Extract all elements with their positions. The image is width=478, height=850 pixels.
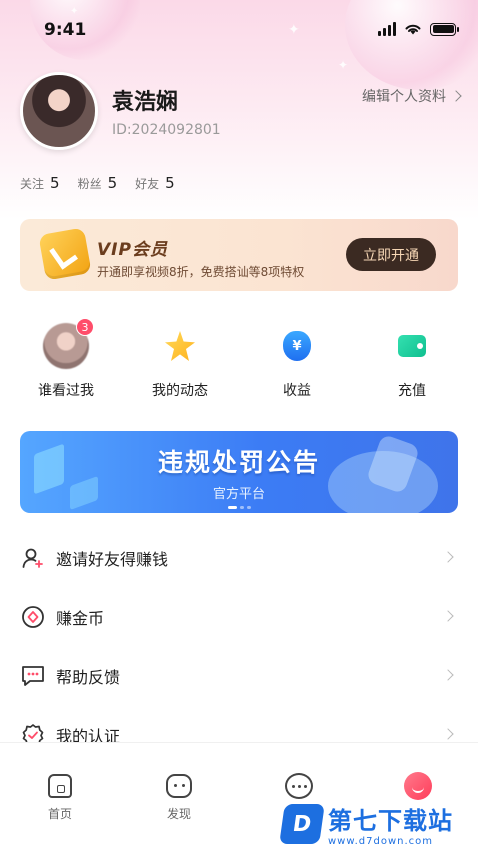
edit-profile-label: 编辑个人资料 (362, 89, 446, 105)
chevron-right-icon (450, 90, 462, 102)
quick-action-label: 充值 (398, 383, 426, 399)
home-icon (45, 771, 75, 801)
user-avatar[interactable] (20, 72, 98, 150)
watermark-title: 第七下载站 (328, 807, 453, 835)
stat-value: 5 (165, 174, 175, 192)
status-time: 9:41 (44, 20, 87, 40)
edit-profile-link[interactable]: 编辑个人资料 (362, 86, 462, 106)
vip-description: 开通即享视频8折，免费搭讪等8项特权 (97, 265, 305, 279)
vip-open-button[interactable]: 立即开通 (346, 238, 436, 271)
profile-header: 袁浩娴 ID:2024092801 编辑个人资料 (20, 72, 462, 152)
menu-item-label: 帮助反馈 (56, 667, 121, 687)
money-glyph: ¥ (283, 331, 311, 361)
user-name: 袁浩娴 (112, 90, 179, 115)
wallet-icon (388, 322, 436, 370)
stat-label: 关注 (20, 177, 45, 191)
menu-item-label: 赚金币 (56, 608, 105, 628)
vip-crown-icon (38, 227, 92, 281)
discover-icon (164, 771, 194, 801)
follow-stats: 关注 5 粉丝 5 好友 5 (20, 174, 175, 192)
quick-action-label: 谁看过我 (38, 383, 94, 399)
settings-menu: 邀请好友得赚钱 赚金币 帮助反馈 我的认证 (0, 528, 478, 764)
carousel-dot[interactable] (239, 506, 244, 509)
status-bar: 9:41 (0, 0, 478, 60)
coin-icon (20, 604, 46, 630)
chevron-right-icon (442, 669, 454, 681)
quick-action-earnings[interactable]: ¥ 收益 (247, 322, 347, 400)
vip-card[interactable]: VIP会员 开通即享视频8折，免费搭讪等8项特权 立即开通 (20, 219, 458, 291)
me-icon (403, 771, 433, 801)
nav-label: 首页 (47, 807, 72, 821)
nav-discover[interactable]: 发现 (139, 771, 219, 822)
invite-user-icon (20, 545, 46, 571)
sparkle-icon: ✦ (338, 58, 349, 72)
stat-label: 粉丝 (77, 177, 102, 191)
site-watermark: D 第七下载站 www.d7down.com (279, 798, 478, 850)
vip-title: VIP会员 (97, 240, 168, 260)
stat-fans[interactable]: 粉丝 5 (78, 174, 118, 192)
carousel-dot[interactable] (227, 506, 237, 509)
stat-following[interactable]: 关注 5 (20, 174, 60, 192)
nav-label: 发现 (166, 807, 191, 821)
feedback-icon (20, 663, 46, 689)
stat-label: 好友 (135, 177, 160, 191)
watermark-logo: D (279, 804, 325, 844)
user-id: ID:2024092801 (112, 122, 221, 138)
quick-actions: 3 谁看过我 我的动态 ¥ 收益 充值 (0, 318, 478, 402)
watermark-url: www.d7down.com (328, 836, 434, 847)
quick-action-moments[interactable]: 我的动态 (130, 322, 230, 400)
chevron-right-icon (442, 551, 454, 563)
battery-icon (430, 22, 459, 36)
banner-subtitle: 官方平台 (212, 487, 265, 502)
chevron-right-icon (442, 728, 454, 740)
quick-action-label: 收益 (283, 383, 311, 399)
money-bag-icon: ¥ (273, 322, 321, 370)
nav-home[interactable]: 首页 (20, 771, 100, 822)
status-icons (378, 22, 459, 36)
stat-friends[interactable]: 好友 5 (135, 174, 175, 192)
carousel-dot[interactable] (246, 506, 251, 509)
notification-badge: 3 (76, 318, 94, 336)
menu-item-invite[interactable]: 邀请好友得赚钱 (0, 528, 478, 587)
quick-action-label: 我的动态 (152, 383, 208, 399)
quick-action-recharge[interactable]: 充值 (362, 322, 462, 400)
menu-item-coins[interactable]: 赚金币 (0, 587, 478, 646)
chat-icon (284, 771, 314, 801)
stat-value: 5 (50, 174, 60, 192)
menu-item-feedback[interactable]: 帮助反馈 (0, 646, 478, 705)
visitor-avatar-icon: 3 (42, 318, 94, 370)
chevron-right-icon (442, 610, 454, 622)
stat-value: 5 (107, 174, 118, 192)
announcement-banner[interactable]: 违规处罚公告 官方平台 (20, 431, 458, 513)
watermark-text: 第七下载站 www.d7down.com (328, 801, 453, 847)
carousel-dots (20, 506, 458, 509)
menu-item-label: 邀请好友得赚钱 (56, 549, 169, 569)
banner-title: 违规处罚公告 (157, 448, 320, 477)
star-face-icon (156, 322, 204, 370)
quick-action-visitors[interactable]: 3 谁看过我 (16, 318, 116, 400)
cellular-signal-icon (378, 22, 396, 36)
wifi-icon (405, 24, 421, 35)
